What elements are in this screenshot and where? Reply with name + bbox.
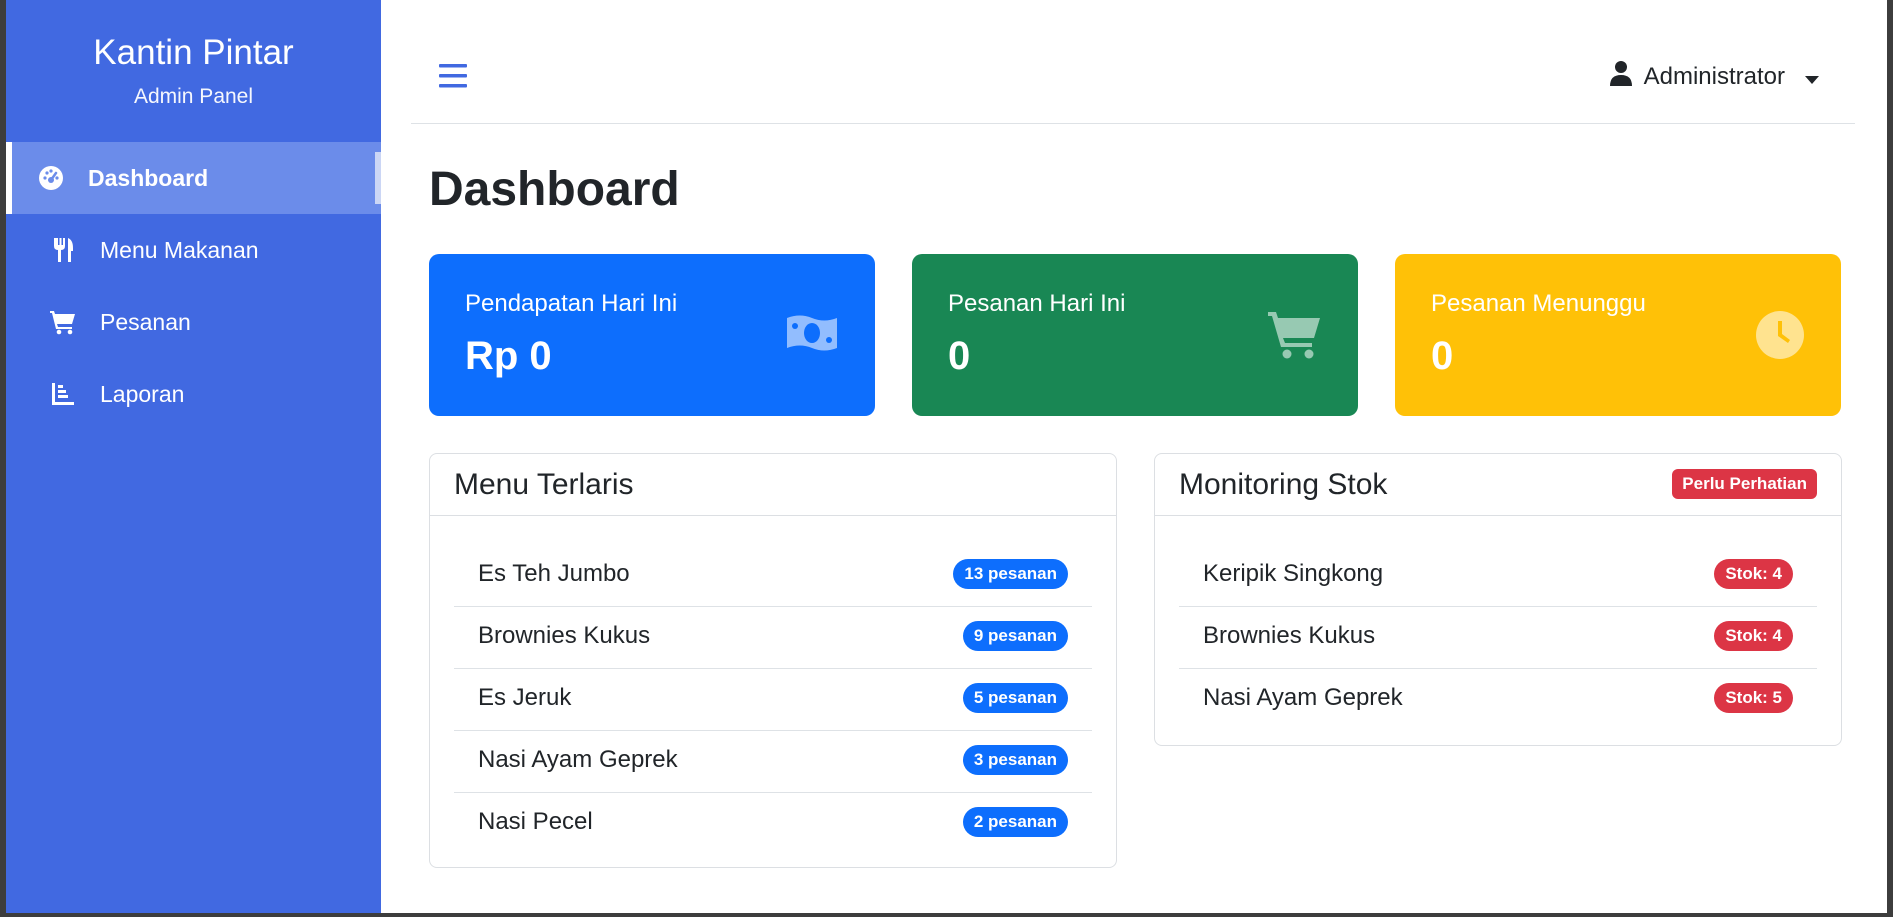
sidebar-nav: Dashboard Menu Makanan Pesanan Laporan bbox=[6, 142, 381, 430]
stock-badge: Stok: 4 bbox=[1714, 621, 1793, 651]
utensils-icon bbox=[48, 237, 78, 263]
list-item: Nasi Ayam Geprek Stok: 5 bbox=[1179, 669, 1817, 730]
attention-badge: Perlu Perhatian bbox=[1672, 469, 1817, 499]
stat-card-pendapatan: Pendapatan Hari Ini Rp 0 bbox=[429, 254, 875, 416]
sidebar-item-label: Dashboard bbox=[88, 164, 209, 191]
brand-subtitle: Admin Panel bbox=[133, 85, 254, 108]
list-item: Es Jeruk 5 pesanan bbox=[454, 669, 1092, 731]
hamburger-icon[interactable] bbox=[439, 64, 467, 93]
stock-badge: Stok: 5 bbox=[1714, 683, 1793, 713]
stat-value: 0 bbox=[1431, 334, 1454, 378]
stat-label: Pesanan Hari Ini bbox=[948, 290, 1126, 317]
item-name: Nasi Ayam Geprek bbox=[1203, 684, 1403, 711]
item-name: Keripik Singkong bbox=[1203, 560, 1384, 587]
panel-title: Monitoring Stok bbox=[1179, 468, 1388, 501]
menu-terlaris-list: Es Teh Jumbo 13 pesanan Brownies Kukus 9… bbox=[454, 545, 1092, 854]
sidebar-item-label: Laporan bbox=[100, 380, 185, 407]
sidebar-item-dashboard[interactable]: Dashboard bbox=[6, 142, 381, 214]
page-title: Dashboard bbox=[429, 163, 680, 216]
chart-icon bbox=[48, 381, 78, 407]
monitoring-stok-list: Keripik Singkong Stok: 4 Brownies Kukus … bbox=[1179, 545, 1817, 730]
item-name: Nasi Ayam Geprek bbox=[478, 746, 678, 773]
list-item: Nasi Ayam Geprek 3 pesanan bbox=[454, 731, 1092, 793]
brand-title: Kantin Pintar bbox=[93, 33, 294, 72]
money-icon bbox=[785, 310, 839, 361]
brand: Kantin Pintar Admin Panel bbox=[6, 0, 381, 109]
order-count-badge: 3 pesanan bbox=[962, 745, 1068, 775]
sidebar-item-label: Menu Makanan bbox=[100, 236, 259, 263]
sidebar: Kantin Pintar Admin Panel Dashboard Menu… bbox=[6, 0, 381, 913]
cart-icon bbox=[1268, 310, 1322, 365]
stat-card-menunggu: Pesanan Menunggu 0 bbox=[1395, 254, 1841, 416]
panel-header: Monitoring Stok Perlu Perhatian bbox=[1155, 454, 1841, 516]
list-item: Brownies Kukus 9 pesanan bbox=[454, 607, 1092, 669]
menu-terlaris-panel: Menu Terlaris Es Teh Jumbo 13 pesanan Br… bbox=[429, 453, 1117, 868]
sidebar-item-label: Pesanan bbox=[100, 308, 191, 335]
stat-value: 0 bbox=[948, 334, 971, 378]
list-item: Es Teh Jumbo 13 pesanan bbox=[454, 545, 1092, 607]
item-name: Brownies Kukus bbox=[478, 622, 651, 649]
panel-title: Menu Terlaris bbox=[454, 468, 634, 501]
topbar: Administrator bbox=[411, 0, 1855, 124]
stock-badge: Stok: 4 bbox=[1714, 559, 1793, 589]
user-icon bbox=[1609, 60, 1632, 93]
order-count-badge: 13 pesanan bbox=[953, 559, 1068, 589]
sidebar-item-menu-makanan[interactable]: Menu Makanan bbox=[6, 214, 381, 286]
caret-down-icon bbox=[1805, 63, 1819, 91]
list-item: Keripik Singkong Stok: 4 bbox=[1179, 545, 1817, 607]
stat-label: Pendapatan Hari Ini bbox=[465, 290, 678, 317]
clock-icon bbox=[1755, 310, 1805, 365]
order-count-badge: 9 pesanan bbox=[962, 621, 1068, 651]
gauge-icon bbox=[36, 165, 66, 191]
stat-label: Pesanan Menunggu bbox=[1431, 290, 1646, 317]
stat-value: Rp 0 bbox=[465, 334, 552, 378]
cart-icon bbox=[48, 309, 78, 335]
item-name: Es Jeruk bbox=[478, 684, 572, 711]
sidebar-item-pesanan[interactable]: Pesanan bbox=[6, 286, 381, 358]
item-name: Es Teh Jumbo bbox=[478, 560, 630, 587]
stat-card-pesanan: Pesanan Hari Ini 0 bbox=[912, 254, 1358, 416]
app-window: Kantin Pintar Admin Panel Dashboard Menu… bbox=[6, 0, 1887, 913]
order-count-badge: 2 pesanan bbox=[962, 807, 1068, 837]
item-name: Brownies Kukus bbox=[1203, 622, 1376, 649]
sidebar-item-laporan[interactable]: Laporan bbox=[6, 358, 381, 430]
panel-header: Menu Terlaris bbox=[430, 454, 1116, 516]
user-menu-dropdown[interactable]: Administrator bbox=[1609, 60, 1819, 93]
order-count-badge: 5 pesanan bbox=[962, 683, 1068, 713]
monitoring-stok-panel: Monitoring Stok Perlu Perhatian Keripik … bbox=[1154, 453, 1842, 746]
list-item: Nasi Pecel 2 pesanan bbox=[454, 793, 1092, 854]
user-name: Administrator bbox=[1643, 62, 1785, 90]
item-name: Nasi Pecel bbox=[478, 808, 593, 835]
list-item: Brownies Kukus Stok: 4 bbox=[1179, 607, 1817, 669]
main-content: Administrator Dashboard Pendapatan Hari … bbox=[381, 0, 1887, 913]
